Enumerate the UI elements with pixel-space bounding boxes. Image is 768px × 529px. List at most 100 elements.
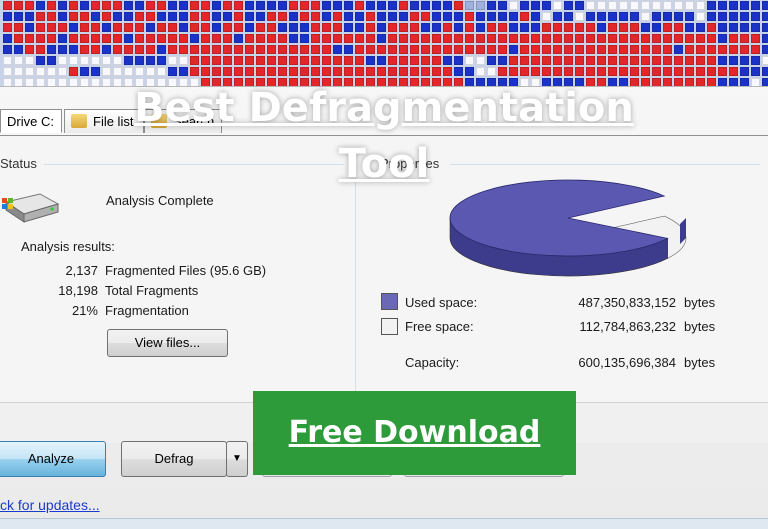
cluster-block <box>509 56 518 65</box>
cluster-block <box>729 45 738 54</box>
cluster-block <box>388 56 397 65</box>
analysis-results-heading: Analysis results: <box>21 239 115 254</box>
cluster-block <box>91 1 100 10</box>
cluster-block <box>58 67 67 76</box>
cluster-block <box>289 34 298 43</box>
cluster-block <box>102 67 111 76</box>
cluster-block <box>751 23 760 32</box>
cluster-block <box>344 12 353 21</box>
cluster-block <box>3 34 12 43</box>
cluster-block <box>168 45 177 54</box>
cluster-block <box>201 23 210 32</box>
cluster-block <box>223 12 232 21</box>
cluster-block <box>58 45 67 54</box>
cluster-block <box>410 45 419 54</box>
cluster-block <box>410 12 419 21</box>
cluster-block <box>707 34 716 43</box>
cluster-block <box>190 34 199 43</box>
cluster-block <box>487 45 496 54</box>
cluster-block <box>344 56 353 65</box>
cluster-block <box>619 56 628 65</box>
cluster-block <box>355 45 364 54</box>
cluster-block <box>190 45 199 54</box>
cluster-block <box>14 23 23 32</box>
cluster-block <box>421 1 430 10</box>
cluster-block <box>102 45 111 54</box>
cluster-block <box>674 56 683 65</box>
cluster-block <box>674 78 683 86</box>
cluster-block <box>542 56 551 65</box>
cluster-block <box>69 45 78 54</box>
cluster-block <box>256 67 265 76</box>
cluster-block <box>135 34 144 43</box>
cluster-block <box>520 56 529 65</box>
cluster-block <box>267 45 276 54</box>
cluster-block <box>289 23 298 32</box>
cluster-block <box>36 78 45 86</box>
check-updates-link[interactable]: ck for updates... <box>0 497 100 513</box>
free-download-label[interactable]: Free Download <box>253 391 576 475</box>
cluster-block <box>322 56 331 65</box>
cluster-block <box>212 56 221 65</box>
cluster-block <box>762 56 768 65</box>
cluster-block <box>344 1 353 10</box>
cluster-block <box>509 23 518 32</box>
capacity-value: 600,135,696,384 <box>578 355 676 370</box>
tab-drive-c[interactable]: Drive C: <box>0 109 62 133</box>
cluster-block <box>80 56 89 65</box>
cluster-block <box>729 1 738 10</box>
cluster-block <box>465 34 474 43</box>
free-space-unit: bytes <box>684 319 716 334</box>
cluster-block <box>586 45 595 54</box>
cluster-block <box>762 67 768 76</box>
cluster-block <box>685 56 694 65</box>
cluster-block <box>289 56 298 65</box>
cluster-block <box>311 1 320 10</box>
cluster-block <box>410 34 419 43</box>
cluster-block <box>399 67 408 76</box>
cluster-block <box>751 78 760 86</box>
cluster-block <box>36 34 45 43</box>
cluster-block <box>366 23 375 32</box>
cluster-block <box>333 12 342 21</box>
cluster-block <box>344 23 353 32</box>
cluster-block <box>707 56 716 65</box>
cluster-block <box>3 67 12 76</box>
cluster-block <box>25 12 34 21</box>
analyze-button[interactable]: Analyze <box>0 441 106 477</box>
cluster-block <box>564 1 573 10</box>
free-download-banner[interactable]: Free Download <box>253 391 576 475</box>
cluster-block <box>58 12 67 21</box>
cluster-block <box>69 34 78 43</box>
cluster-block <box>377 56 386 65</box>
cluster-block <box>608 12 617 21</box>
cluster-block <box>289 67 298 76</box>
cluster-block <box>223 23 232 32</box>
cluster-block <box>157 45 166 54</box>
cluster-block <box>179 56 188 65</box>
cluster-block <box>696 78 705 86</box>
cluster-block <box>36 56 45 65</box>
defrag-dropdown-button[interactable]: ▼ <box>226 441 248 477</box>
cluster-block <box>135 1 144 10</box>
cluster-block <box>157 23 166 32</box>
cluster-block <box>190 56 199 65</box>
view-files-button[interactable]: View files... <box>107 329 228 357</box>
cluster-block <box>377 45 386 54</box>
cluster-block <box>641 56 650 65</box>
cluster-block <box>245 56 254 65</box>
cluster-block <box>333 23 342 32</box>
defrag-button[interactable]: Defrag <box>121 441 227 477</box>
cluster-block <box>553 67 562 76</box>
cluster-block <box>25 34 34 43</box>
cluster-block <box>575 23 584 32</box>
cluster-block <box>674 34 683 43</box>
cluster-block <box>212 12 221 21</box>
cluster-block <box>377 23 386 32</box>
cluster-block <box>234 34 243 43</box>
cluster-block <box>102 56 111 65</box>
cluster-block <box>135 67 144 76</box>
cluster-block <box>355 12 364 21</box>
cluster-block <box>432 56 441 65</box>
cluster-block <box>47 67 56 76</box>
